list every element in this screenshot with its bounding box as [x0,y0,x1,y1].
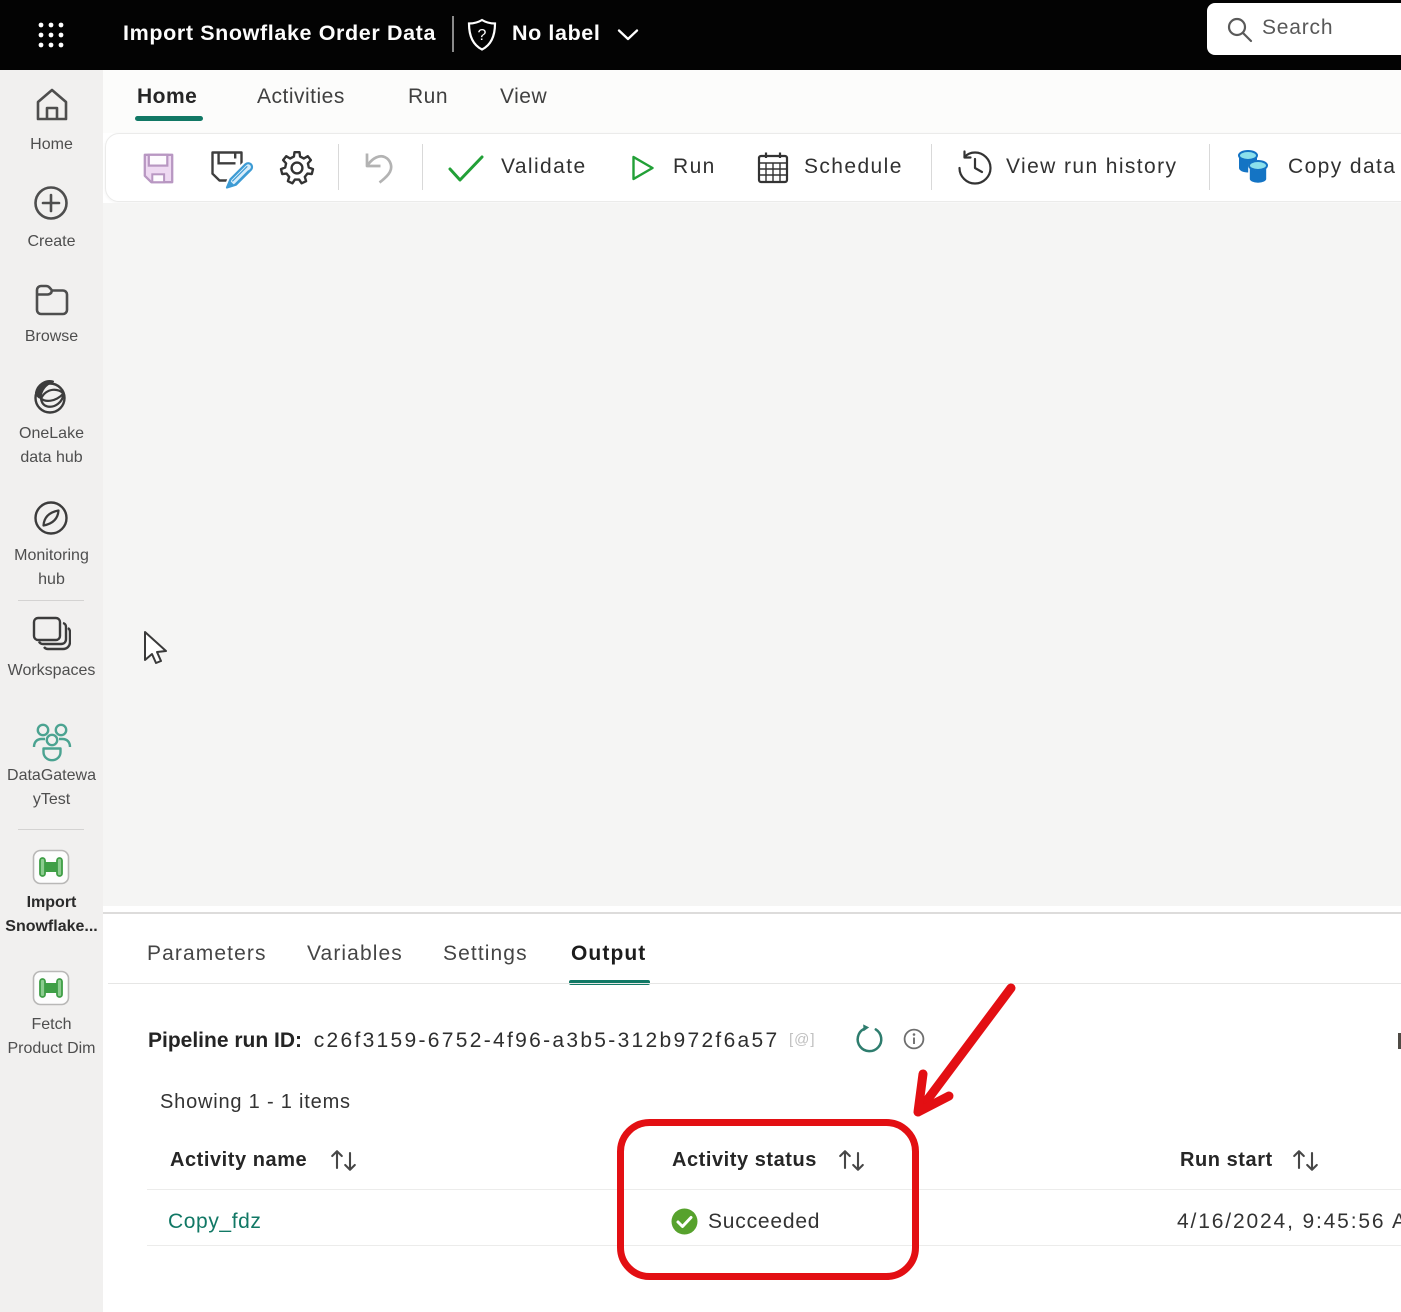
svg-text:?: ? [478,27,487,44]
